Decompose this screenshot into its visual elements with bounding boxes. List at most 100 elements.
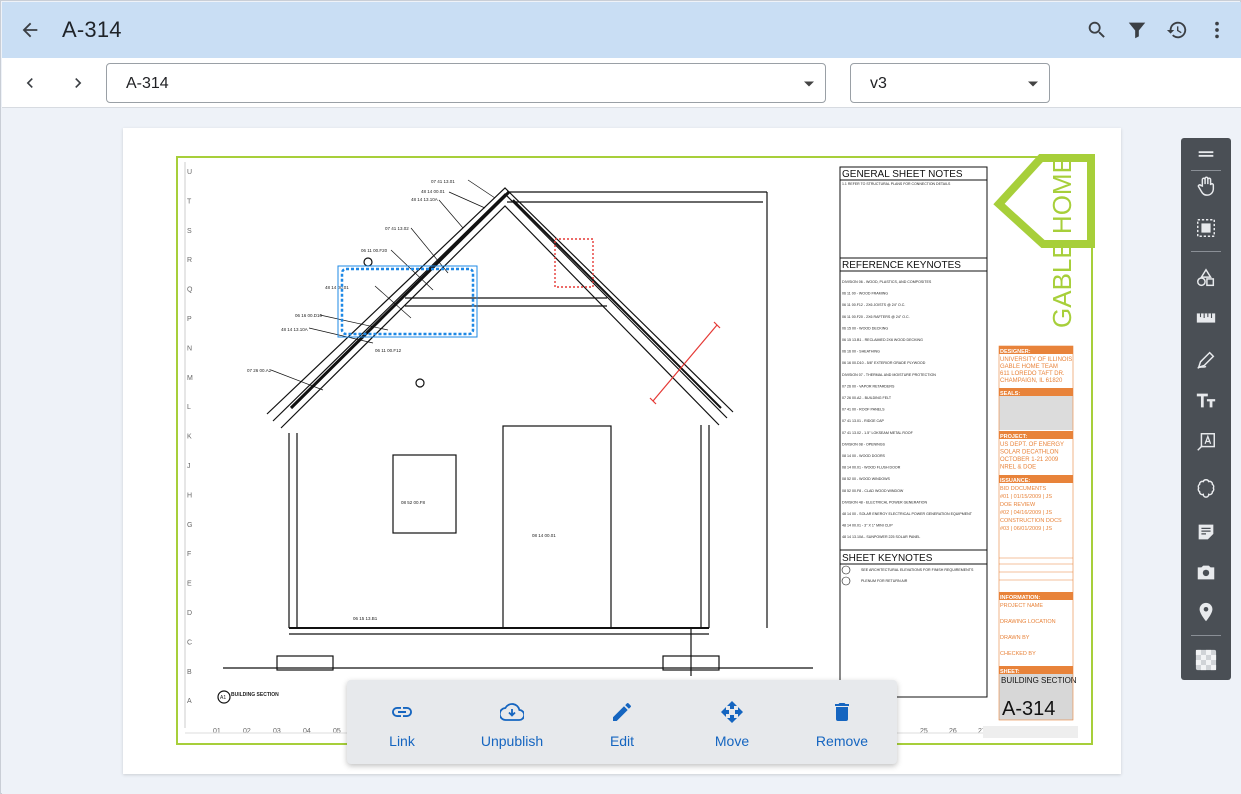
- filter-icon: [1128, 22, 1146, 39]
- text-box-tool[interactable]: [1194, 430, 1218, 454]
- shapes-tool[interactable]: [1194, 266, 1218, 290]
- transparency-icon: [1195, 649, 1217, 671]
- axis-label: R: [187, 257, 192, 264]
- history-icon: [1166, 21, 1187, 39]
- version-select-value: v3: [870, 75, 887, 92]
- issuance-row: #01 | 01/15/2009 | JS: [1000, 494, 1052, 500]
- title-block: GABLE HOME DESIGNER: UNIVERSITY OF ILLIN…: [993, 154, 1095, 721]
- axis-label: T: [187, 198, 192, 205]
- axis-label: L: [187, 404, 191, 411]
- sheet-select[interactable]: A-314: [106, 63, 826, 103]
- divider: [1191, 635, 1221, 636]
- keynote-line: 06 15 00 - WOOD DECKING: [842, 326, 888, 330]
- markup-pen-icon: [1197, 351, 1215, 369]
- axis-label: D: [187, 610, 192, 617]
- location-pin-icon: [1199, 602, 1213, 622]
- axis-label: M: [187, 375, 193, 382]
- sheet-keynote-line: PLENUM FOR RETURN AIR: [861, 579, 908, 583]
- link-icon: [392, 707, 412, 717]
- link-label: Link: [389, 733, 415, 749]
- pin-tool[interactable]: [1194, 600, 1218, 624]
- history-button[interactable]: [1165, 18, 1189, 42]
- select-area-tool[interactable]: [1194, 216, 1218, 240]
- search-button[interactable]: [1085, 18, 1109, 42]
- axis-label: C: [187, 639, 192, 646]
- drawing-sheet[interactable]: UTSRQPNMLKJHGFEDCBA 01 02 03 04 05 25 26 27: [123, 128, 1121, 774]
- more-options-button[interactable]: [1205, 18, 1229, 42]
- axis-label: P: [187, 316, 192, 323]
- info-row: PROJECT NAME: [1000, 603, 1043, 609]
- reference-keynote-list: DIVISION 06 - WOOD, PLASTICS, AND COMPOS…: [842, 280, 973, 539]
- sheet-toolbar: A-314 v3: [2, 58, 1241, 108]
- markup-pen-tool[interactable]: [1194, 348, 1218, 372]
- callout-label: 07 26 00.A2: [247, 368, 272, 373]
- axis-label: 03: [273, 728, 281, 735]
- search-icon: [1088, 21, 1105, 38]
- transparency-tool[interactable]: [1194, 648, 1218, 672]
- markup-action-bar: Link Unpublish Edit Move Remove: [347, 680, 897, 764]
- filter-button[interactable]: [1125, 18, 1149, 42]
- axis-label: K: [187, 434, 192, 441]
- previous-sheet-button[interactable]: [18, 71, 42, 95]
- back-button[interactable]: [16, 16, 44, 44]
- keynote-line: 48 14 00 - SOLAR ENERGY ELECTRICAL POWER…: [842, 512, 973, 516]
- logo-text: GABLE HOME: [1047, 156, 1077, 328]
- keynote-line: 06 11 00.F12 - 2X6 JOISTS @ 24" O.C.: [842, 303, 905, 307]
- axis-label: 01: [213, 728, 221, 735]
- axis-label: 25: [920, 728, 928, 735]
- pencil-icon: [613, 703, 631, 721]
- callout-label: 06 11 00.F12: [375, 348, 402, 353]
- callout-label: 48 14 13.10A: [411, 197, 438, 202]
- next-sheet-button[interactable]: [66, 71, 90, 95]
- note-icon: [1198, 524, 1214, 540]
- callout-label: 08 52 00.F8: [401, 500, 426, 505]
- photo-tool[interactable]: [1194, 560, 1218, 584]
- sheet-select-value: A-314: [126, 75, 169, 92]
- text-size-icon: [1196, 393, 1216, 408]
- keynote-line: DIVISION 08 - OPENINGS: [842, 442, 886, 446]
- measure-tool[interactable]: [1194, 306, 1218, 330]
- designer-line: CHAMPAIGN, IL 61820: [1000, 378, 1063, 384]
- drag-handle-icon: [1198, 151, 1214, 157]
- unpublish-button[interactable]: Unpublish: [457, 680, 567, 764]
- axis-label: 04: [303, 728, 311, 735]
- drawing-canvas[interactable]: UTSRQPNMLKJHGFEDCBA 01 02 03 04 05 25 26 27: [2, 108, 1241, 794]
- issuance-row: #02 | 04/16/2009 | JS: [1000, 510, 1052, 516]
- project-line: NREL & DOE: [1000, 465, 1036, 471]
- palette-drag-handle[interactable]: [1194, 142, 1218, 166]
- keynote-line: 08 52 00.F8 - CLAD WOOD WINDOW: [842, 489, 904, 493]
- callout-label: 07 41 13.02: [385, 226, 409, 231]
- app-frame: A-314 A-314 v3 U T S R Q P N M L K J H G…: [0, 0, 1241, 794]
- left-axis-labels: U T S R Q P N M L K J H G F E D C B A: [187, 169, 193, 705]
- pan-tool[interactable]: [1194, 174, 1218, 198]
- project-line: OCTOBER 1-21 2009: [1000, 457, 1059, 463]
- move-button[interactable]: Move: [677, 680, 787, 764]
- axis-label: 02: [243, 728, 251, 735]
- building-section-drawing: [217, 187, 813, 704]
- edit-label: Edit: [609, 733, 635, 749]
- trash-icon: [835, 703, 849, 721]
- sheet-name: BUILDING SECTION: [1001, 676, 1077, 685]
- cloud-download-icon: [500, 703, 524, 721]
- remove-button[interactable]: Remove: [787, 680, 897, 764]
- designer-label: DESIGNER:: [1000, 349, 1031, 355]
- axis-label: E: [187, 581, 192, 588]
- callout-label: 48 14 00.01: [325, 285, 349, 290]
- keynote-line: 07 41 13.01 - RIDGE CAP: [842, 419, 885, 423]
- note-tool[interactable]: [1194, 520, 1218, 544]
- issuance-grid: [999, 557, 1073, 581]
- ruler-icon: [1196, 313, 1216, 323]
- project-label: PROJECT:: [1000, 434, 1027, 440]
- cloud-tool[interactable]: [1194, 476, 1218, 500]
- page-title: A-314: [62, 17, 122, 42]
- select-area-icon: [1197, 219, 1215, 237]
- text-tool[interactable]: [1194, 388, 1218, 412]
- link-button[interactable]: Link: [347, 680, 457, 764]
- callout-labels: 07 41 13.01 48 14 00.01 48 14 13.10A 07 …: [220, 179, 556, 701]
- chevron-left-icon: [26, 78, 33, 88]
- info-row: DRAWING LOCATION: [1000, 619, 1056, 625]
- axis-label: G: [187, 522, 192, 529]
- version-select[interactable]: v3: [850, 63, 1050, 103]
- keynote-line: 06 15 13.B1 - RECLAIMED 2X6 WOOD DECKING: [842, 338, 923, 342]
- edit-button[interactable]: Edit: [567, 680, 677, 764]
